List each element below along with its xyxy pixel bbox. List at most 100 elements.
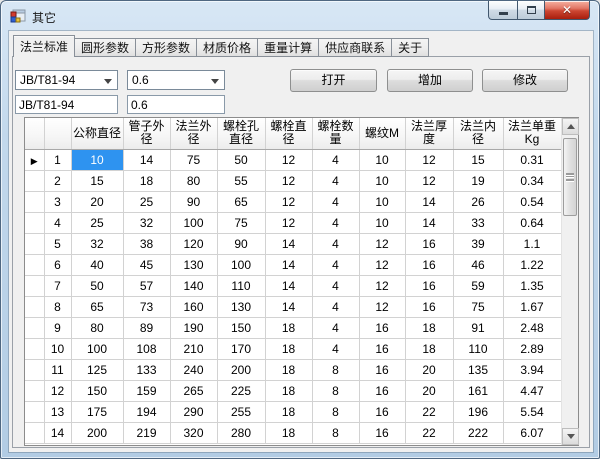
row-number-cell[interactable]: 14 [44, 422, 72, 444]
cell[interactable]: 2.48 [503, 317, 562, 339]
cell[interactable]: 14 [265, 254, 313, 276]
cell[interactable]: 12 [265, 191, 313, 213]
table-row[interactable]: 5 32 38 120 90 14 4 12 16 39 1.1 [25, 233, 562, 255]
cell[interactable]: 18 [265, 401, 313, 423]
cell[interactable]: 150 [217, 317, 266, 339]
cell[interactable]: 25 [71, 212, 124, 234]
cell[interactable]: 130 [170, 254, 218, 276]
cell[interactable]: 80 [170, 170, 218, 192]
table-row[interactable]: 12 150 159 265 225 18 8 16 20 161 4.47 [25, 380, 562, 402]
row-number-cell[interactable]: 5 [44, 233, 72, 255]
column-header[interactable]: 法兰厚度 [405, 118, 454, 150]
cell[interactable]: 16 [359, 359, 406, 381]
standard-dropdown[interactable]: JB/T81-94 [15, 70, 118, 90]
cell[interactable]: 59 [453, 275, 504, 297]
cell[interactable]: 15 [71, 170, 124, 192]
cell[interactable]: 75 [170, 149, 218, 171]
cell[interactable]: 16 [359, 401, 406, 423]
cell[interactable]: 33 [453, 212, 504, 234]
cell[interactable]: 14 [265, 296, 313, 318]
cell[interactable]: 110 [217, 275, 266, 297]
cell[interactable]: 90 [217, 233, 266, 255]
maximize-button[interactable] [517, 1, 545, 20]
pressure-textbox[interactable] [127, 95, 225, 114]
cell[interactable]: 8 [312, 359, 360, 381]
cell[interactable]: 120 [170, 233, 218, 255]
cell[interactable]: 0.54 [503, 191, 562, 213]
cell[interactable]: 20 [405, 359, 454, 381]
scrollbar-thumb[interactable] [563, 138, 577, 216]
minimize-button[interactable] [488, 1, 518, 20]
row-header-cell[interactable] [25, 338, 45, 360]
row-header-cell[interactable] [25, 191, 45, 213]
vertical-scrollbar[interactable] [561, 118, 579, 445]
cell[interactable]: 160 [170, 296, 218, 318]
column-header[interactable]: 螺纹M [359, 118, 406, 150]
cell[interactable]: 175 [71, 401, 124, 423]
cell[interactable]: 18 [405, 317, 454, 339]
table-row[interactable]: 13 175 194 290 255 18 8 16 22 196 5.54 [25, 401, 562, 423]
cell[interactable]: 65 [71, 296, 124, 318]
cell[interactable]: 15 [453, 149, 504, 171]
cell[interactable]: 10 [359, 191, 406, 213]
cell[interactable]: 14 [265, 275, 313, 297]
cell[interactable]: 39 [453, 233, 504, 255]
cell[interactable]: 80 [71, 317, 124, 339]
cell[interactable]: 90 [170, 191, 218, 213]
add-button[interactable]: 增加 [387, 69, 473, 92]
cell[interactable]: 16 [359, 338, 406, 360]
cell[interactable]: 10 [71, 149, 124, 171]
tab-material-price[interactable]: 材质价格 [196, 38, 259, 57]
cell[interactable]: 125 [71, 359, 124, 381]
cell[interactable]: 32 [71, 233, 124, 255]
cell[interactable]: 150 [71, 380, 124, 402]
cell[interactable]: 50 [217, 149, 266, 171]
cell[interactable]: 65 [217, 191, 266, 213]
open-button[interactable]: 打开 [290, 69, 377, 92]
cell[interactable]: 0.64 [503, 212, 562, 234]
cell[interactable]: 219 [123, 422, 171, 444]
cell[interactable]: 14 [265, 233, 313, 255]
cell[interactable]: 18 [265, 317, 313, 339]
cell[interactable]: 0.31 [503, 149, 562, 171]
cell[interactable]: 25 [123, 191, 171, 213]
cell[interactable]: 12 [265, 212, 313, 234]
cell[interactable]: 14 [123, 149, 171, 171]
cell[interactable]: 26 [453, 191, 504, 213]
cell[interactable]: 196 [453, 401, 504, 423]
cell[interactable]: 16 [359, 317, 406, 339]
cell[interactable]: 0.34 [503, 170, 562, 192]
cell[interactable]: 55 [217, 170, 266, 192]
table-row[interactable]: 11 125 133 240 200 18 8 16 20 135 3.94 [25, 359, 562, 381]
cell[interactable]: 16 [405, 233, 454, 255]
cell[interactable]: 14 [405, 191, 454, 213]
cell[interactable]: 108 [123, 338, 171, 360]
column-header[interactable]: 管子外径 [123, 118, 171, 150]
pressure-dropdown[interactable]: 0.6 [127, 70, 225, 90]
close-button[interactable]: ✕ [544, 1, 590, 20]
table-row[interactable]: 2 15 18 80 55 12 4 10 12 19 0.34 [25, 170, 562, 192]
cell[interactable]: 12 [405, 170, 454, 192]
row-number-cell[interactable]: 7 [44, 275, 72, 297]
row-header-cell[interactable]: ▶ [25, 149, 45, 171]
cell[interactable]: 100 [217, 254, 266, 276]
cell[interactable]: 38 [123, 233, 171, 255]
cell[interactable]: 255 [217, 401, 266, 423]
tab-circular-params[interactable]: 圆形参数 [74, 38, 137, 57]
table-row[interactable]: 10 100 108 210 170 18 4 16 18 110 2.89 [25, 338, 562, 360]
cell[interactable]: 1.1 [503, 233, 562, 255]
cell[interactable]: 10 [359, 149, 406, 171]
cell[interactable]: 4 [312, 212, 360, 234]
cell[interactable]: 4 [312, 233, 360, 255]
cell[interactable]: 4 [312, 338, 360, 360]
cell[interactable]: 12 [265, 149, 313, 171]
column-header[interactable]: 螺栓数量 [312, 118, 360, 150]
cell[interactable]: 12 [359, 233, 406, 255]
table-row[interactable]: 7 50 57 140 110 14 4 12 16 59 1.35 [25, 275, 562, 297]
title-bar[interactable]: 其它 ✕ [1, 1, 599, 31]
cell[interactable]: 133 [123, 359, 171, 381]
cell[interactable]: 161 [453, 380, 504, 402]
cell[interactable]: 18 [405, 338, 454, 360]
table-row[interactable]: 14 200 219 320 280 18 8 16 22 222 6.07 [25, 422, 562, 444]
cell[interactable]: 170 [217, 338, 266, 360]
